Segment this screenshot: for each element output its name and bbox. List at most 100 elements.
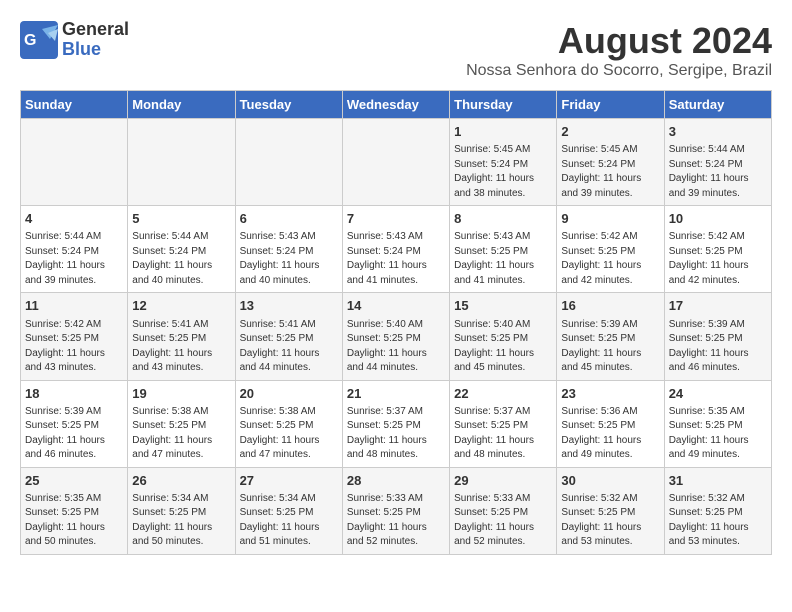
day-info: Sunrise: 5:39 AM Sunset: 5:25 PM Dayligh… (669, 318, 767, 376)
day-number: 23 (561, 385, 659, 403)
day-info: Sunrise: 5:35 AM Sunset: 5:25 PM Dayligh… (669, 405, 767, 463)
column-header-friday: Friday (557, 91, 664, 119)
day-number: 8 (454, 210, 552, 228)
day-info: Sunrise: 5:42 AM Sunset: 5:25 PM Dayligh… (669, 230, 767, 288)
column-header-saturday: Saturday (664, 91, 771, 119)
column-header-wednesday: Wednesday (342, 91, 449, 119)
day-info: Sunrise: 5:44 AM Sunset: 5:24 PM Dayligh… (669, 143, 767, 201)
calendar-cell: 18 Sunrise: 5:39 AM Sunset: 5:25 PM Dayli… (21, 380, 128, 467)
column-header-tuesday: Tuesday (235, 91, 342, 119)
day-number: 26 (132, 472, 230, 490)
day-number: 20 (240, 385, 338, 403)
day-info: Sunrise: 5:42 AM Sunset: 5:25 PM Dayligh… (25, 318, 123, 376)
calendar-week-row: 18 Sunrise: 5:39 AM Sunset: 5:25 PM Dayli… (21, 380, 772, 467)
day-info: Sunrise: 5:33 AM Sunset: 5:25 PM Dayligh… (454, 492, 552, 550)
day-number: 28 (347, 472, 445, 490)
calendar-cell: 16 Sunrise: 5:39 AM Sunset: 5:25 PM Dayli… (557, 293, 664, 380)
day-number: 21 (347, 385, 445, 403)
day-number: 30 (561, 472, 659, 490)
calendar-cell: 5Sunrise: 5:44 AM Sunset: 5:24 PM Daylig… (128, 206, 235, 293)
day-info: Sunrise: 5:34 AM Sunset: 5:25 PM Dayligh… (132, 492, 230, 550)
day-number: 2 (561, 123, 659, 141)
day-number: 4 (25, 210, 123, 228)
day-number: 11 (25, 297, 123, 315)
day-number: 14 (347, 297, 445, 315)
calendar-cell: 3 Sunrise: 5:44 AM Sunset: 5:24 PM Daylig… (664, 119, 771, 206)
day-info: Sunrise: 5:37 AM Sunset: 5:25 PM Dayligh… (347, 405, 445, 463)
logo-text-blue: Blue (62, 40, 129, 60)
calendar-cell: 31Sunrise: 5:32 AM Sunset: 5:25 PM Dayli… (664, 467, 771, 554)
calendar-header-row: SundayMondayTuesdayWednesdayThursdayFrid… (21, 91, 772, 119)
calendar-week-row: 25Sunrise: 5:35 AM Sunset: 5:25 PM Dayli… (21, 467, 772, 554)
day-number: 31 (669, 472, 767, 490)
calendar-cell: 19 Sunrise: 5:38 AM Sunset: 5:25 PM Dayli… (128, 380, 235, 467)
month-title: August 2024 (466, 20, 772, 62)
day-number: 27 (240, 472, 338, 490)
day-info: Sunrise: 5:40 AM Sunset: 5:25 PM Dayligh… (347, 318, 445, 376)
day-number: 16 (561, 297, 659, 315)
day-info: Sunrise: 5:43 AM Sunset: 5:24 PM Dayligh… (240, 230, 338, 288)
day-info: Sunrise: 5:38 AM Sunset: 5:25 PM Dayligh… (240, 405, 338, 463)
day-info: Sunrise: 5:43 AM Sunset: 5:25 PM Dayligh… (454, 230, 552, 288)
calendar-cell: 29 Sunrise: 5:33 AM Sunset: 5:25 PM Dayli… (450, 467, 557, 554)
calendar-cell: 26 Sunrise: 5:34 AM Sunset: 5:25 PM Dayli… (128, 467, 235, 554)
calendar-week-row: 1 Sunrise: 5:45 AM Sunset: 5:24 PM Daylig… (21, 119, 772, 206)
day-number: 25 (25, 472, 123, 490)
calendar-week-row: 4 Sunrise: 5:44 AM Sunset: 5:24 PM Daylig… (21, 206, 772, 293)
day-info: Sunrise: 5:39 AM Sunset: 5:25 PM Dayligh… (561, 318, 659, 376)
calendar-cell (128, 119, 235, 206)
title-block: August 2024 Nossa Senhora do Socorro, Se… (466, 20, 772, 80)
calendar-cell: 24 Sunrise: 5:35 AM Sunset: 5:25 PM Dayli… (664, 380, 771, 467)
day-number: 24 (669, 385, 767, 403)
day-number: 3 (669, 123, 767, 141)
calendar-cell: 10 Sunrise: 5:42 AM Sunset: 5:25 PM Dayli… (664, 206, 771, 293)
day-number: 29 (454, 472, 552, 490)
calendar-cell (342, 119, 449, 206)
day-number: 9 (561, 210, 659, 228)
calendar-cell: 6 Sunrise: 5:43 AM Sunset: 5:24 PM Daylig… (235, 206, 342, 293)
day-info: Sunrise: 5:41 AM Sunset: 5:25 PM Dayligh… (132, 318, 230, 376)
day-info: Sunrise: 5:33 AM Sunset: 5:25 PM Dayligh… (347, 492, 445, 550)
calendar-cell: 14 Sunrise: 5:40 AM Sunset: 5:25 PM Dayli… (342, 293, 449, 380)
logo: G General Blue (20, 20, 129, 60)
day-number: 13 (240, 297, 338, 315)
calendar-cell: 23Sunrise: 5:36 AM Sunset: 5:25 PM Dayli… (557, 380, 664, 467)
calendar-cell: 1 Sunrise: 5:45 AM Sunset: 5:24 PM Daylig… (450, 119, 557, 206)
day-number: 22 (454, 385, 552, 403)
column-header-monday: Monday (128, 91, 235, 119)
day-number: 18 (25, 385, 123, 403)
calendar-cell: 7Sunrise: 5:43 AM Sunset: 5:24 PM Daylig… (342, 206, 449, 293)
column-header-thursday: Thursday (450, 91, 557, 119)
calendar-cell: 30 Sunrise: 5:32 AM Sunset: 5:25 PM Dayli… (557, 467, 664, 554)
day-info: Sunrise: 5:45 AM Sunset: 5:24 PM Dayligh… (454, 143, 552, 201)
calendar-table: SundayMondayTuesdayWednesdayThursdayFrid… (20, 90, 772, 555)
column-header-sunday: Sunday (21, 91, 128, 119)
day-info: Sunrise: 5:34 AM Sunset: 5:25 PM Dayligh… (240, 492, 338, 550)
calendar-cell (21, 119, 128, 206)
day-info: Sunrise: 5:38 AM Sunset: 5:25 PM Dayligh… (132, 405, 230, 463)
page-header: G General Blue August 2024 Nossa Senhora… (20, 20, 772, 80)
calendar-cell: 25Sunrise: 5:35 AM Sunset: 5:25 PM Dayli… (21, 467, 128, 554)
calendar-cell: 11 Sunrise: 5:42 AM Sunset: 5:25 PM Dayli… (21, 293, 128, 380)
day-number: 12 (132, 297, 230, 315)
day-number: 1 (454, 123, 552, 141)
calendar-cell: 13Sunrise: 5:41 AM Sunset: 5:25 PM Dayli… (235, 293, 342, 380)
calendar-week-row: 11 Sunrise: 5:42 AM Sunset: 5:25 PM Dayli… (21, 293, 772, 380)
logo-icon: G (20, 21, 58, 59)
day-info: Sunrise: 5:44 AM Sunset: 5:24 PM Dayligh… (132, 230, 230, 288)
calendar-cell: 17Sunrise: 5:39 AM Sunset: 5:25 PM Dayli… (664, 293, 771, 380)
day-info: Sunrise: 5:40 AM Sunset: 5:25 PM Dayligh… (454, 318, 552, 376)
day-info: Sunrise: 5:39 AM Sunset: 5:25 PM Dayligh… (25, 405, 123, 463)
calendar-cell: 12 Sunrise: 5:41 AM Sunset: 5:25 PM Dayli… (128, 293, 235, 380)
day-info: Sunrise: 5:37 AM Sunset: 5:25 PM Dayligh… (454, 405, 552, 463)
day-number: 10 (669, 210, 767, 228)
day-info: Sunrise: 5:44 AM Sunset: 5:24 PM Dayligh… (25, 230, 123, 288)
calendar-cell: 4 Sunrise: 5:44 AM Sunset: 5:24 PM Daylig… (21, 206, 128, 293)
day-number: 19 (132, 385, 230, 403)
day-info: Sunrise: 5:32 AM Sunset: 5:25 PM Dayligh… (561, 492, 659, 550)
day-number: 7 (347, 210, 445, 228)
calendar-cell: 28 Sunrise: 5:33 AM Sunset: 5:25 PM Dayli… (342, 467, 449, 554)
day-number: 6 (240, 210, 338, 228)
day-info: Sunrise: 5:42 AM Sunset: 5:25 PM Dayligh… (561, 230, 659, 288)
calendar-cell: 8 Sunrise: 5:43 AM Sunset: 5:25 PM Daylig… (450, 206, 557, 293)
